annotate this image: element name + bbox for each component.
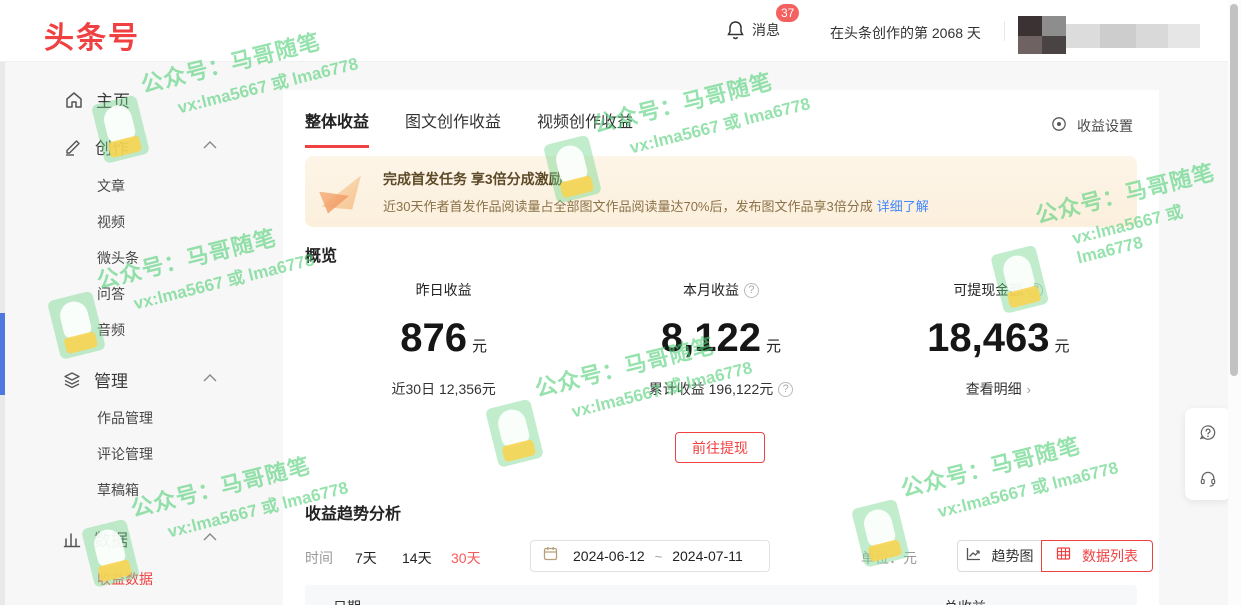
overview-title: 概览 — [305, 242, 337, 266]
tab-article-earnings[interactable]: 图文创作收益 — [405, 108, 501, 148]
data-list-button[interactable]: 数据列表 — [1041, 540, 1153, 572]
sidebar-create-label: 创作 — [95, 134, 129, 159]
origami-banner-icon — [315, 166, 367, 218]
pencil-icon — [63, 137, 83, 157]
top-header: 头条号 消息 37 在头条创作的第 2068 天 — [0, 0, 1241, 62]
first-publish-task-banner: 完成首发任务 享3倍分成激励 近30天作者首发作品阅读量占全部图文作品阅读量达7… — [305, 156, 1137, 227]
sidebar-group-data[interactable]: 数据 — [62, 526, 128, 551]
range-30days[interactable]: 30天 — [451, 548, 481, 568]
tab-video-earnings[interactable]: 视频创作收益 — [537, 108, 633, 148]
customer-service-button[interactable] — [1185, 454, 1231, 500]
view-detail-link[interactable]: 查看明细 — [966, 379, 1022, 399]
date-end: 2024-07-11 — [672, 548, 743, 564]
tab-overall-earnings[interactable]: 整体收益 — [305, 108, 369, 148]
stat-withdrawable-amount: 可提现金额? 18,463元 查看明细› — [860, 280, 1137, 399]
sidebar-item-videos[interactable]: 视频 — [97, 212, 125, 232]
calendar-icon — [543, 546, 563, 566]
sidebar-group-manage[interactable]: 管理 — [62, 367, 128, 392]
range-7days[interactable]: 7天 — [355, 548, 377, 568]
sidebar-item-microheadline[interactable]: 微头条 — [97, 248, 139, 268]
overview-stats: 昨日收益 876元 近30日 12,356元 本月收益? 8,122元 累计收益… — [305, 280, 1137, 399]
bell-icon — [726, 20, 746, 40]
sidebar-item-audio[interactable]: 音频 — [97, 320, 125, 340]
stat-value: 876 — [400, 316, 467, 360]
left-scrollbar-thumb[interactable] — [0, 313, 5, 395]
stat-month-earnings: 本月收益? 8,122元 累计收益 196,122元? — [582, 280, 859, 399]
home-icon — [64, 90, 84, 110]
stat-value: 18,463 — [927, 316, 1049, 360]
watermark: 公众号：马哥随笔vx:lma5667 或 lma6778 — [41, 212, 317, 334]
data-table-header: 日期 总收益 — [305, 585, 1137, 605]
column-date: 日期 — [333, 597, 361, 605]
help-float-panel — [1185, 408, 1231, 500]
unit-label: 单位：元 — [861, 548, 917, 568]
chevron-right-icon: › — [1027, 382, 1031, 397]
help-icon[interactable]: ? — [778, 382, 793, 397]
help-icon[interactable]: ? — [1028, 283, 1043, 298]
sidebar-data-label: 数据 — [94, 526, 128, 551]
sidebar-item-earnings-data[interactable]: 收益数据 — [97, 569, 153, 589]
sidebar-item-comment-manage[interactable]: 评论管理 — [97, 444, 153, 464]
column-total-earnings: 总收益 — [944, 597, 986, 605]
stat-yesterday-earnings: 昨日收益 876元 近30日 12,356元 — [305, 280, 582, 399]
trend-controls: 时间 7天 14天 30天 2024-06-12 ~ 2024-07-11 单位… — [305, 540, 1137, 572]
earnings-settings-button[interactable]: 收益设置 — [1051, 116, 1133, 136]
headset-icon — [1198, 467, 1218, 487]
messages-button[interactable]: 消息 — [726, 20, 780, 40]
earnings-panel: 整体收益 图文创作收益 视频创作收益 收益设置 完成首发任务 享3倍分成激励 近… — [283, 90, 1159, 605]
date-start: 2024-06-12 — [573, 548, 645, 564]
trend-chart-button[interactable]: 趋势图 — [957, 540, 1042, 572]
sidebar-manage-label: 管理 — [94, 367, 128, 392]
trend-title: 收益趋势分析 — [305, 500, 401, 524]
chevron-up-icon[interactable] — [203, 373, 217, 383]
line-chart-icon — [966, 546, 986, 566]
messages-label: 消息 — [752, 20, 780, 40]
table-icon — [1056, 546, 1076, 566]
toutiao-logo[interactable]: 头条号 — [44, 13, 140, 57]
stat-sub-total: 累计收益 196,122元 — [649, 379, 774, 399]
sidebar-item-content-manage[interactable]: 作品管理 — [97, 408, 153, 428]
messages-badge: 37 — [776, 4, 799, 22]
page-scrollbar-track[interactable] — [1228, 0, 1241, 605]
faq-button[interactable] — [1185, 408, 1231, 454]
sidebar-group-create[interactable]: 创作 — [63, 134, 129, 159]
settings-icon — [1051, 116, 1071, 136]
question-bubble-icon — [1198, 421, 1218, 441]
stat-sub-30days: 近30日 12,356元 — [392, 379, 496, 399]
layers-icon — [62, 370, 82, 390]
banner-detail-link[interactable]: 详细了解 — [877, 199, 929, 214]
help-icon[interactable]: ? — [744, 283, 759, 298]
date-separator: ~ — [655, 549, 663, 564]
sidebar-item-articles[interactable]: 文章 — [97, 176, 125, 196]
withdraw-button[interactable]: 前往提现 — [675, 432, 765, 463]
earnings-tabs: 整体收益 图文创作收益 视频创作收益 — [305, 108, 669, 148]
page-scrollbar-thumb[interactable] — [1230, 4, 1238, 376]
user-avatar-blurred[interactable] — [1018, 16, 1200, 54]
time-label: 时间 — [305, 548, 333, 568]
banner-description: 近30天作者首发作品阅读量占全部图文作品阅读量达70%后，发布图文作品享3倍分成… — [383, 196, 929, 215]
sidebar-home-label: 主页 — [96, 87, 130, 112]
date-range-picker[interactable]: 2024-06-12 ~ 2024-07-11 — [530, 540, 770, 572]
sidebar-item-qa[interactable]: 问答 — [97, 284, 125, 304]
sidebar-item-drafts[interactable]: 草稿箱 — [97, 480, 139, 500]
bar-chart-icon — [62, 529, 82, 549]
toutiao-creator-dashboard: 头条号 消息 37 在头条创作的第 2068 天 主页 创作 文章 视 — [0, 0, 1241, 605]
chevron-up-icon[interactable] — [203, 532, 217, 542]
banner-title: 完成首发任务 享3倍分成激励 — [383, 169, 929, 189]
creation-days-text: 在头条创作的第 2068 天 — [830, 23, 981, 43]
header-divider — [1004, 21, 1005, 41]
chevron-up-icon[interactable] — [203, 140, 217, 150]
stat-value: 8,122 — [661, 316, 761, 360]
earnings-settings-label: 收益设置 — [1077, 116, 1133, 136]
left-scrollbar-track[interactable] — [0, 62, 5, 605]
sidebar-item-home[interactable]: 主页 — [64, 87, 130, 112]
range-14days[interactable]: 14天 — [402, 548, 432, 568]
